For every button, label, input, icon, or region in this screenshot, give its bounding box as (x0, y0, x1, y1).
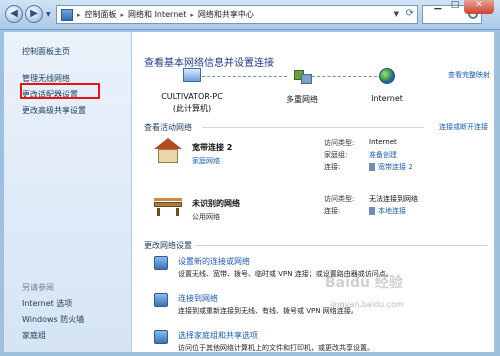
refresh-icon[interactable]: ⟳ (406, 8, 414, 19)
control-panel-home-link[interactable]: 控制面板主页 (22, 46, 70, 57)
page-title: 查看基本网络信息并设置连接 (144, 58, 274, 69)
left-pane: 控制面板主页 管理无线网络 更改适配器设置 更改高级共享设置 另请参阅 Inte… (4, 32, 132, 352)
homegroup-sharing-link[interactable]: 选择家庭组和共享选项 (178, 330, 258, 341)
task-description: 访问位于其他网络计算机上的文件和打印机，或更改共享设置。 (178, 344, 374, 352)
divider (202, 127, 424, 128)
map-node-multiple-networks: 多重网络 (272, 68, 332, 105)
address-dropdown-icon[interactable]: ▼ (394, 10, 399, 18)
connection-icon (369, 207, 375, 215)
map-node-computer: CULTIVATOR-PC (此计算机) (157, 68, 227, 114)
network-icon (292, 68, 312, 84)
network-name: 未识别的网络 (192, 199, 240, 208)
connect-network-link[interactable]: 连接到网络 (178, 293, 218, 304)
network-name: 宽带连接 2 (192, 143, 233, 152)
public-network-icon (154, 198, 182, 216)
see-also-heading: 另请参阅 (22, 283, 54, 292)
computer-name: CULTIVATOR-PC (161, 92, 223, 101)
close-button[interactable]: ✕ (464, 0, 494, 14)
main-pane: 查看基本网络信息并设置连接 查看完整映射 CULTIVATOR-PC (此计算机… (132, 32, 494, 352)
home-network-icon (154, 138, 182, 164)
highlight-annotation-box (20, 83, 100, 99)
connection-icon (369, 163, 375, 171)
minimize-button[interactable]: ▁ (430, 0, 446, 14)
forward-button[interactable]: ▶ (25, 5, 43, 23)
network-type-link[interactable]: 家庭网络 (192, 156, 220, 166)
homegroup-sharing-icon (154, 330, 168, 344)
title-bar: ◀ ▶ ▼ ▸ 控制面板 ▸ 网络和 Internet ▸ 网络和共享中心 ▼ … (0, 0, 500, 30)
active-network-item: 宽带连接 2 家庭网络 访问类型: Internet 家庭组: 准备创建 连接:… (154, 136, 484, 176)
connect-disconnect-link[interactable]: 连接或断开连接 (439, 122, 488, 132)
view-full-map-link[interactable]: 查看完整映射 (448, 70, 490, 80)
multiple-networks-label: 多重网络 (286, 95, 318, 104)
breadcrumb-separator[interactable]: ▸ (77, 11, 81, 19)
access-type-value: 无法连接到网络 (369, 195, 418, 203)
change-settings-heading: 更改网络设置 (144, 241, 192, 250)
breadcrumb-separator[interactable]: ▸ (190, 11, 194, 19)
connection-name[interactable]: 宽带连接 2 (378, 163, 413, 171)
internet-label: Internet (371, 94, 403, 103)
active-networks-heading: 查看活动网络 (144, 123, 192, 132)
active-network-item: 未识别的网络 公用网络 访问类型: 无法连接到网络 连接: 本地连接 (154, 192, 484, 232)
homegroup-link[interactable]: 准备创建 (369, 150, 397, 160)
connection-label: 连接: (324, 207, 341, 215)
access-type-label: 访问类型: (324, 195, 355, 203)
breadcrumb-network-internet[interactable]: 网络和 Internet (128, 9, 186, 20)
connection-name[interactable]: 本地连接 (378, 207, 406, 215)
address-bar[interactable]: ▸ 控制面板 ▸ 网络和 Internet ▸ 网络和共享中心 ▼ ⟳ (56, 5, 418, 24)
setup-connection-link[interactable]: 设置新的连接或网络 (178, 256, 250, 267)
divider (194, 245, 488, 246)
back-button[interactable]: ◀ (5, 5, 23, 23)
windows-firewall-link[interactable]: Windows 防火墙 (22, 314, 84, 325)
globe-icon (379, 68, 395, 84)
connection-link[interactable]: 宽带连接 2 (369, 162, 413, 172)
control-panel-icon (61, 8, 73, 21)
access-type-value: Internet (369, 138, 397, 146)
computer-subtitle: (此计算机) (172, 104, 212, 113)
network-type: 公用网络 (192, 213, 220, 221)
breadcrumb-sharing-center[interactable]: 网络和共享中心 (198, 9, 254, 20)
internet-options-link[interactable]: Internet 选项 (22, 298, 72, 309)
access-type-label: 访问类型: (324, 139, 355, 147)
breadcrumb-control-panel[interactable]: 控制面板 (85, 9, 117, 20)
setup-connection-icon (154, 256, 168, 270)
maximize-button[interactable]: □ (447, 0, 463, 14)
breadcrumb-separator[interactable]: ▸ (121, 11, 125, 19)
connection-link[interactable]: 本地连接 (369, 206, 406, 216)
watermark-url: jingyan.baidu.com (330, 300, 404, 309)
map-node-internet: Internet (357, 68, 417, 103)
homegroup-link[interactable]: 家庭组 (22, 330, 46, 341)
recent-pages-dropdown[interactable]: ▼ (46, 11, 51, 18)
advanced-sharing-settings-link[interactable]: 更改高级共享设置 (22, 105, 86, 116)
connect-network-icon (154, 293, 168, 307)
computer-icon (183, 68, 201, 82)
watermark-logo: Baidu 经验 (325, 275, 403, 291)
connection-label: 连接: (324, 163, 341, 171)
homegroup-label: 家庭组: (324, 151, 348, 159)
